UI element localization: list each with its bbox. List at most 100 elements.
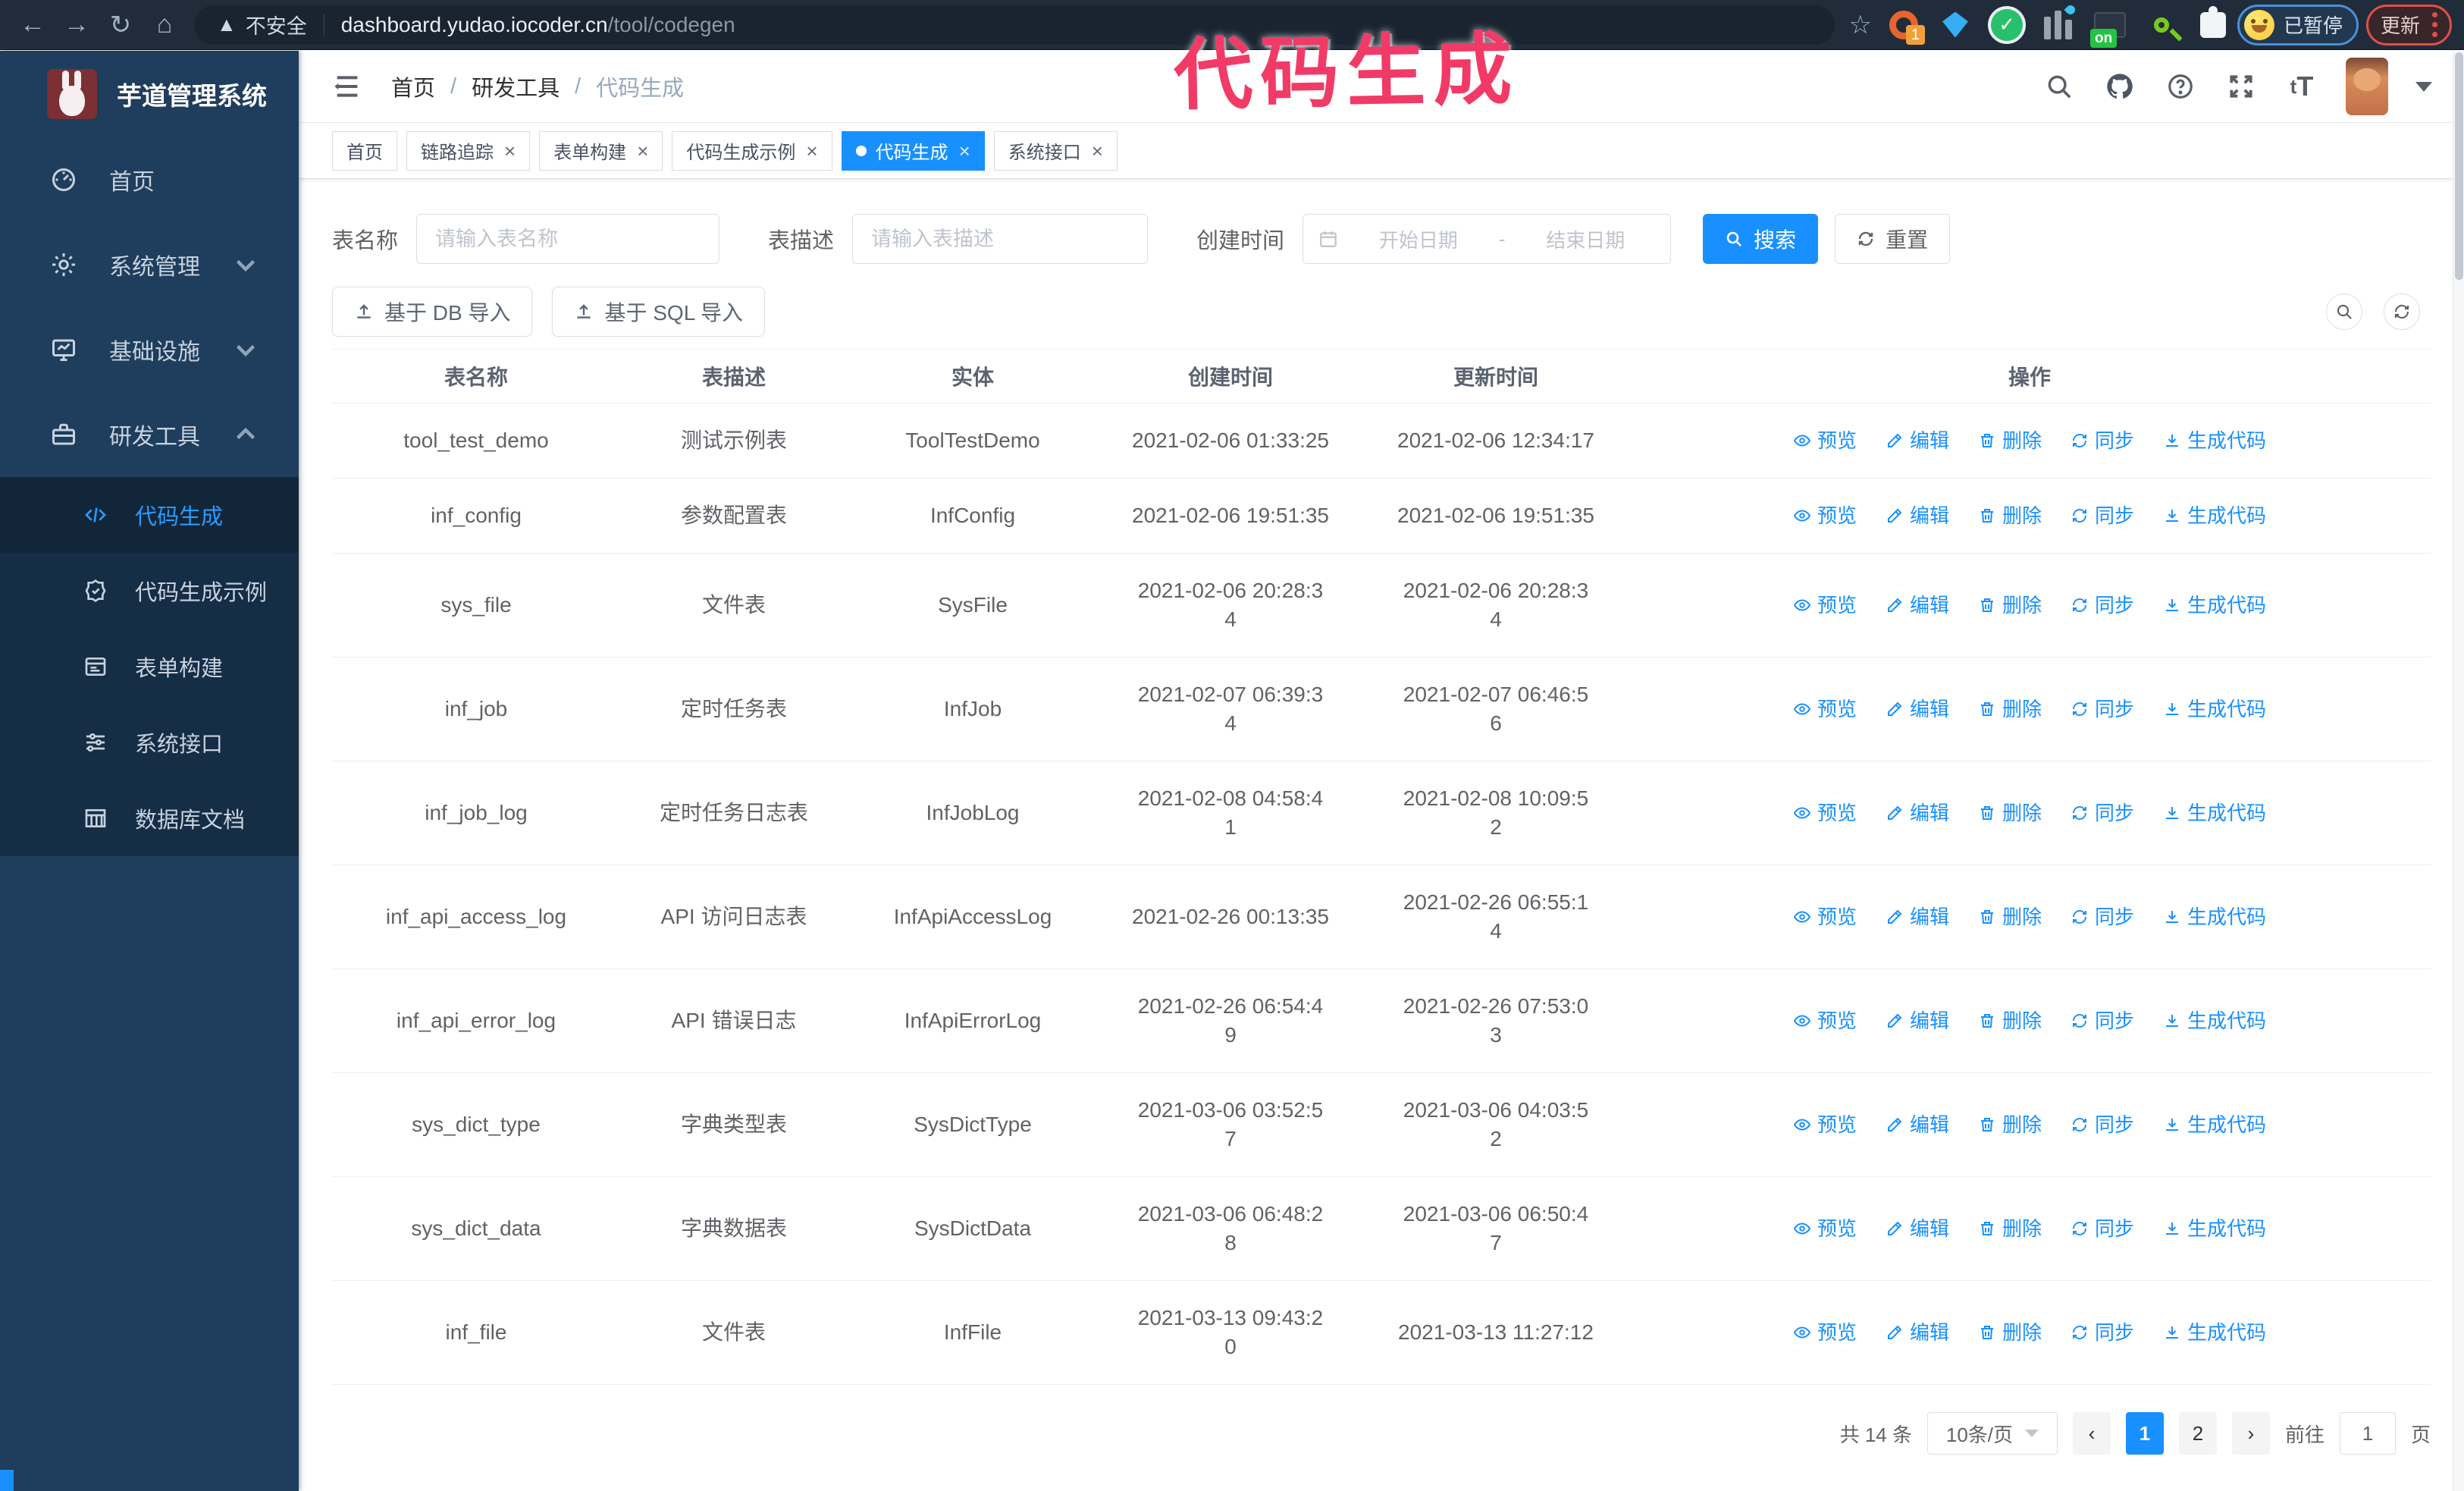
reset-button[interactable]: 重置 [1835, 214, 1951, 264]
search-icon[interactable] [2042, 70, 2076, 103]
browser-forward-button[interactable]: → [55, 6, 99, 44]
edit-link[interactable]: 编辑 [1886, 426, 1949, 455]
font-size-icon[interactable]: tT [2285, 70, 2318, 103]
sync-link[interactable]: 同步 [2071, 1006, 2134, 1035]
close-icon[interactable]: × [637, 141, 648, 161]
delete-link[interactable]: 删除 [1978, 902, 2042, 931]
github-icon[interactable] [2103, 70, 2136, 103]
delete-link[interactable]: 删除 [1978, 1318, 2042, 1347]
tab[interactable]: 首页 [332, 130, 397, 171]
preview-link[interactable]: 预览 [1793, 426, 1857, 455]
sidebar-item-infra[interactable]: 基础设施 [0, 307, 299, 392]
delete-link[interactable]: 删除 [1978, 695, 2042, 724]
delete-link[interactable]: 删除 [1978, 591, 2042, 620]
extension-key-icon[interactable] [2145, 8, 2178, 42]
extension-shield-check-icon[interactable]: ✓ [1990, 8, 2024, 42]
fullscreen-icon[interactable] [2224, 70, 2258, 103]
edit-link[interactable]: 编辑 [1886, 902, 1949, 931]
delete-link[interactable]: 删除 [1978, 1214, 2042, 1243]
delete-link[interactable]: 删除 [1978, 501, 2042, 530]
toggle-search-button[interactable] [2326, 293, 2362, 330]
sidebar-item-home[interactable]: 首页 [0, 137, 299, 222]
sync-link[interactable]: 同步 [2071, 695, 2134, 724]
delete-link[interactable]: 删除 [1978, 1110, 2042, 1139]
user-menu-caret-icon[interactable] [2415, 81, 2432, 92]
edit-link[interactable]: 编辑 [1886, 1110, 1949, 1139]
sync-link[interactable]: 同步 [2071, 1214, 2134, 1243]
generate-code-link[interactable]: 生成代码 [2163, 1318, 2266, 1347]
preview-link[interactable]: 预览 [1793, 799, 1857, 827]
close-icon[interactable]: × [806, 141, 817, 161]
window-scrollbar[interactable] [2453, 51, 2464, 1491]
browser-home-button[interactable]: ⌂ [143, 6, 187, 44]
browser-menu-icon[interactable] [2432, 12, 2437, 37]
search-button[interactable]: 搜索 [1703, 214, 1819, 264]
table-name-input[interactable] [416, 214, 720, 264]
preview-link[interactable]: 预览 [1793, 1318, 1857, 1347]
profile-paused-chip[interactable]: 已暂停 [2237, 4, 2359, 46]
sidebar-toggle-icon[interactable] [331, 70, 364, 103]
browser-back-button[interactable]: ← [11, 6, 55, 44]
extension-columns-icon[interactable] [2042, 3, 2077, 42]
delete-link[interactable]: 删除 [1978, 799, 2042, 827]
logo-row[interactable]: 芋道管理系统 [0, 51, 299, 137]
generate-code-link[interactable]: 生成代码 [2163, 501, 2266, 530]
extension-tampermonkey-icon[interactable]: on [2089, 8, 2127, 48]
address-bar[interactable]: ▲ 不安全 dashboard.yudao.iocoder.cn /tool/c… [194, 5, 1835, 45]
edit-link[interactable]: 编辑 [1886, 695, 1949, 724]
generate-code-link[interactable]: 生成代码 [2163, 1214, 2266, 1243]
sidebar-item-codegen[interactable]: 代码生成 [0, 477, 299, 553]
sync-link[interactable]: 同步 [2071, 591, 2134, 620]
generate-code-link[interactable]: 生成代码 [2163, 591, 2266, 620]
edit-link[interactable]: 编辑 [1886, 1006, 1949, 1035]
user-avatar[interactable] [2346, 58, 2388, 115]
close-icon[interactable]: × [1092, 141, 1103, 161]
page-button-1[interactable]: 1 [2125, 1412, 2164, 1455]
prev-page-button[interactable]: ‹ [2072, 1412, 2111, 1455]
tab[interactable]: 系统接口 × [993, 130, 1118, 171]
sync-link[interactable]: 同步 [2071, 902, 2134, 931]
sidebar-item-devtools[interactable]: 研发工具 [0, 392, 299, 477]
preview-link[interactable]: 预览 [1793, 501, 1857, 530]
generate-code-link[interactable]: 生成代码 [2163, 695, 2266, 724]
date-range-picker[interactable]: 开始日期 - 结束日期 [1303, 214, 1672, 264]
generate-code-link[interactable]: 生成代码 [2163, 1110, 2266, 1139]
breadcrumb-devtools[interactable]: 研发工具 [472, 71, 560, 102]
edit-link[interactable]: 编辑 [1886, 799, 1949, 827]
preview-link[interactable]: 预览 [1793, 695, 1857, 724]
extension-orange-icon[interactable]: 1 [1887, 8, 1925, 45]
preview-link[interactable]: 预览 [1793, 1110, 1857, 1139]
sync-link[interactable]: 同步 [2071, 1318, 2134, 1347]
extension-gem-icon[interactable] [1939, 8, 1972, 42]
edit-link[interactable]: 编辑 [1886, 591, 1949, 620]
tab[interactable]: 代码生成 × [841, 130, 985, 171]
import-db-button[interactable]: 基于 DB 导入 [332, 287, 533, 337]
sidebar-item-db-doc[interactable]: 数据库文档 [0, 780, 299, 856]
preview-link[interactable]: 预览 [1793, 1214, 1857, 1243]
sidebar-item-form-builder[interactable]: 表单构建 [0, 629, 299, 705]
sidebar-item-system[interactable]: 系统管理 [0, 222, 299, 307]
delete-link[interactable]: 删除 [1978, 426, 2042, 455]
help-icon[interactable] [2164, 70, 2197, 103]
preview-link[interactable]: 预览 [1793, 1006, 1857, 1035]
generate-code-link[interactable]: 生成代码 [2163, 426, 2266, 455]
edit-link[interactable]: 编辑 [1886, 1214, 1949, 1243]
goto-page-input[interactable] [2339, 1412, 2396, 1455]
sidebar-item-codegen-demo[interactable]: 代码生成示例 [0, 553, 299, 629]
extension-puzzle-icon[interactable] [2196, 5, 2230, 42]
sync-link[interactable]: 同步 [2071, 501, 2134, 530]
scrollbar-thumb[interactable] [2455, 52, 2463, 280]
generate-code-link[interactable]: 生成代码 [2163, 902, 2266, 931]
browser-update-chip[interactable]: 更新 [2365, 4, 2452, 46]
sync-link[interactable]: 同步 [2071, 1110, 2134, 1139]
browser-reload-button[interactable]: ↻ [99, 6, 143, 44]
generate-code-link[interactable]: 生成代码 [2163, 799, 2266, 827]
edit-link[interactable]: 编辑 [1886, 501, 1949, 530]
edit-link[interactable]: 编辑 [1886, 1318, 1949, 1347]
bookmark-star-icon[interactable]: ☆ [1848, 10, 1871, 40]
import-sql-button[interactable]: 基于 SQL 导入 [552, 287, 766, 337]
preview-link[interactable]: 预览 [1793, 591, 1857, 620]
sidebar-item-system-api[interactable]: 系统接口 [0, 705, 299, 780]
preview-link[interactable]: 预览 [1793, 902, 1857, 931]
tab[interactable]: 链路追踪 × [406, 130, 531, 171]
